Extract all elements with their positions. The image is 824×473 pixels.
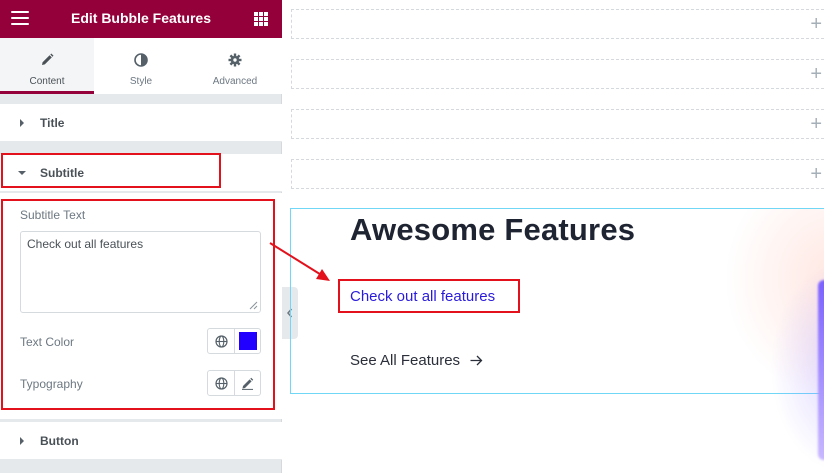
- section-title-label: Title: [40, 116, 65, 130]
- tab-style[interactable]: Style: [94, 38, 188, 94]
- empty-section[interactable]: +: [291, 9, 824, 39]
- tab-content-label: Content: [29, 76, 65, 87]
- caret-down-icon: [18, 171, 26, 175]
- pencil-icon: [0, 53, 94, 69]
- text-color-label: Text Color: [20, 335, 75, 349]
- section-button[interactable]: Button: [0, 422, 282, 460]
- empty-section[interactable]: +: [291, 159, 824, 189]
- contrast-icon: [94, 53, 188, 69]
- typography-label: Typography: [20, 377, 83, 391]
- color-swatch: [238, 332, 257, 350]
- add-section-plus-icon[interactable]: +: [810, 113, 822, 135]
- subtitle-controls: Subtitle Text Check out all features Tex…: [0, 193, 282, 419]
- see-all-features-label: See All Features: [350, 352, 461, 369]
- tab-content[interactable]: Content: [0, 38, 94, 94]
- subtitle-text-input[interactable]: Check out all features: [20, 231, 261, 313]
- globe-icon[interactable]: [208, 329, 234, 353]
- empty-section[interactable]: +: [291, 109, 824, 139]
- color-picker[interactable]: [234, 329, 260, 353]
- section-subtitle-label: Subtitle: [40, 166, 84, 180]
- editor-sidebar: Edit Bubble Features Content Style Advan…: [0, 0, 282, 473]
- resize-grip-icon[interactable]: [249, 301, 258, 310]
- edit-pencil-icon[interactable]: [234, 371, 260, 395]
- see-all-features-link[interactable]: See All Features: [350, 352, 483, 369]
- elementor-editor: Edit Bubble Features Content Style Advan…: [0, 0, 824, 473]
- arrow-right-icon: [470, 355, 483, 366]
- section-title[interactable]: Title: [0, 104, 282, 142]
- add-section-plus-icon[interactable]: +: [810, 63, 822, 85]
- tab-advanced[interactable]: Advanced: [188, 38, 282, 94]
- tab-advanced-label: Advanced: [212, 76, 258, 87]
- panel-tabs: Content Style Advanced: [0, 38, 282, 94]
- add-section-plus-icon[interactable]: +: [810, 13, 822, 35]
- subtitle-text-label: Subtitle Text: [20, 208, 86, 222]
- tab-style-label: Style: [129, 76, 153, 87]
- panel-header: Edit Bubble Features: [0, 0, 282, 38]
- typography-control: [207, 370, 261, 396]
- menu-icon[interactable]: [11, 11, 29, 27]
- gear-icon: [188, 53, 282, 69]
- text-color-control: [207, 328, 261, 354]
- decorative-purple-bubble: [818, 280, 824, 460]
- decorative-purple-glow: [770, 260, 824, 473]
- globe-icon[interactable]: [208, 371, 234, 395]
- feature-heading: Awesome Features: [350, 212, 636, 247]
- add-section-plus-icon[interactable]: +: [810, 163, 822, 185]
- widgets-grid-icon[interactable]: [254, 12, 268, 26]
- empty-section[interactable]: +: [291, 59, 824, 89]
- caret-right-icon: [20, 119, 24, 127]
- section-subtitle[interactable]: Subtitle: [0, 154, 282, 192]
- section-button-label: Button: [40, 434, 79, 448]
- panel-title: Edit Bubble Features: [70, 10, 212, 26]
- feature-subheading: Check out all features: [350, 288, 496, 305]
- caret-right-icon: [20, 437, 24, 445]
